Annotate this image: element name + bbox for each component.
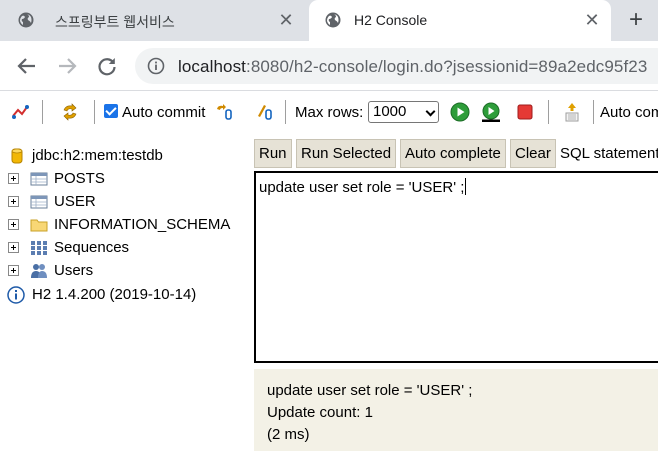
disconnect-icon[interactable] [10, 102, 30, 122]
close-icon[interactable]: ✕ [583, 11, 601, 29]
result-time: (2 ms) [267, 426, 310, 443]
browser-tab-strip: 스프링부트 웹서비스 ✕ H2 Console ✕ + [0, 0, 658, 41]
tree-item-information-schema[interactable]: INFORMATION_SCHEMA [0, 214, 250, 236]
tab-h2-console[interactable]: H2 Console ✕ [309, 0, 611, 41]
schema-tree: jdbc:h2:mem:testdb POSTS USER INFORMATIO… [0, 140, 250, 451]
table-icon [30, 195, 48, 209]
new-tab-button[interactable]: + [624, 8, 648, 33]
sequences-icon [31, 241, 47, 255]
result-update-count: Update count: 1 [267, 404, 373, 421]
toolbar-separator [94, 100, 95, 124]
connection-url: jdbc:h2:mem:testdb [32, 147, 163, 164]
auto-commit-label: Auto commit [122, 104, 206, 121]
history-icon[interactable] [562, 102, 582, 122]
close-icon[interactable]: ✕ [277, 11, 295, 29]
tab-title: 스프링부트 웹서비스 [55, 14, 175, 30]
h2-toolbar: Auto commit Max rows: 1000 Auto com [0, 92, 658, 132]
tree-item-users[interactable]: Users [0, 260, 250, 282]
max-rows-select[interactable]: 1000 [368, 101, 439, 123]
tree-connection[interactable]: jdbc:h2:mem:testdb [0, 145, 250, 167]
auto-commit-checkbox[interactable] [104, 104, 118, 118]
tree-item-label: USER [54, 193, 96, 210]
sql-statement-label: SQL statement [560, 145, 658, 162]
tree-item-label: Users [54, 262, 94, 279]
result-statement: update user set role = 'USER' ; [267, 382, 473, 399]
auto-complete-label: Auto com [600, 104, 658, 121]
address-bar-row: localhost:8080/h2-console/login.do?jsess… [0, 41, 658, 91]
run-icon[interactable] [450, 102, 470, 122]
run-button[interactable]: Run [254, 139, 292, 168]
tree-item-posts[interactable]: POSTS [0, 168, 250, 190]
run-selected-button[interactable]: Run Selected [296, 139, 397, 168]
users-icon [31, 264, 47, 278]
refresh-icon[interactable] [60, 102, 80, 122]
back-arrow-icon[interactable] [16, 55, 38, 77]
sql-editor-content: update user set role = 'USER' ; [259, 179, 465, 196]
table-icon [30, 172, 48, 186]
tree-item-sequences[interactable]: Sequences [0, 237, 250, 259]
forward-arrow-icon[interactable] [56, 55, 78, 77]
clear-button[interactable]: Clear [510, 139, 556, 168]
tab-title: H2 Console [354, 12, 428, 28]
commit-icon[interactable] [254, 102, 274, 122]
tree-version: H2 1.4.200 (2019-10-14) [0, 284, 250, 306]
tree-item-user[interactable]: USER [0, 191, 250, 213]
sql-button-bar: Run Run Selected Auto complete Clear SQL… [254, 139, 658, 169]
globe-icon [18, 12, 34, 28]
result-panel: update user set role = 'USER' ; Update c… [254, 369, 658, 451]
expand-icon[interactable] [8, 196, 19, 207]
text-caret [465, 178, 467, 195]
sql-editor-text: update user set role = 'USER' ; [259, 178, 467, 196]
max-rows-label: Max rows: [295, 104, 364, 121]
globe-icon [325, 12, 341, 28]
max-rows-value: 1000 [373, 103, 407, 120]
sql-editor[interactable]: update user set role = 'USER' ; [254, 171, 658, 363]
rollback-icon[interactable] [214, 102, 234, 122]
tree-item-label: Sequences [54, 239, 130, 256]
tree-item-label: POSTS [54, 170, 105, 187]
url-path: :8080/h2-console/login.do?jsessionid=89a… [246, 57, 648, 76]
toolbar-separator [42, 100, 43, 124]
expand-icon[interactable] [8, 173, 19, 184]
expand-icon[interactable] [8, 242, 19, 253]
reload-icon[interactable] [96, 55, 118, 77]
url-host: localhost [178, 57, 246, 76]
info-icon[interactable] [147, 57, 165, 75]
auto-complete-button[interactable]: Auto complete [400, 139, 506, 168]
stop-icon[interactable] [515, 102, 535, 122]
toolbar-separator [548, 100, 549, 124]
expand-icon[interactable] [8, 265, 19, 276]
h2-version: H2 1.4.200 (2019-10-14) [32, 286, 197, 303]
folder-icon [30, 219, 48, 232]
toolbar-separator [285, 100, 286, 124]
url-text: localhost:8080/h2-console/login.do?jsess… [178, 57, 647, 77]
tab-spring-boot[interactable]: 스프링부트 웹서비스 ✕ [0, 0, 305, 41]
info-icon [7, 286, 25, 304]
chevron-down-icon [425, 106, 436, 117]
run-selected-icon[interactable] [481, 102, 501, 122]
expand-icon[interactable] [8, 219, 19, 230]
toolbar-separator [593, 100, 594, 124]
tree-item-label: INFORMATION_SCHEMA [54, 216, 231, 233]
database-icon [11, 148, 23, 164]
url-field[interactable]: localhost:8080/h2-console/login.do?jsess… [135, 48, 658, 84]
